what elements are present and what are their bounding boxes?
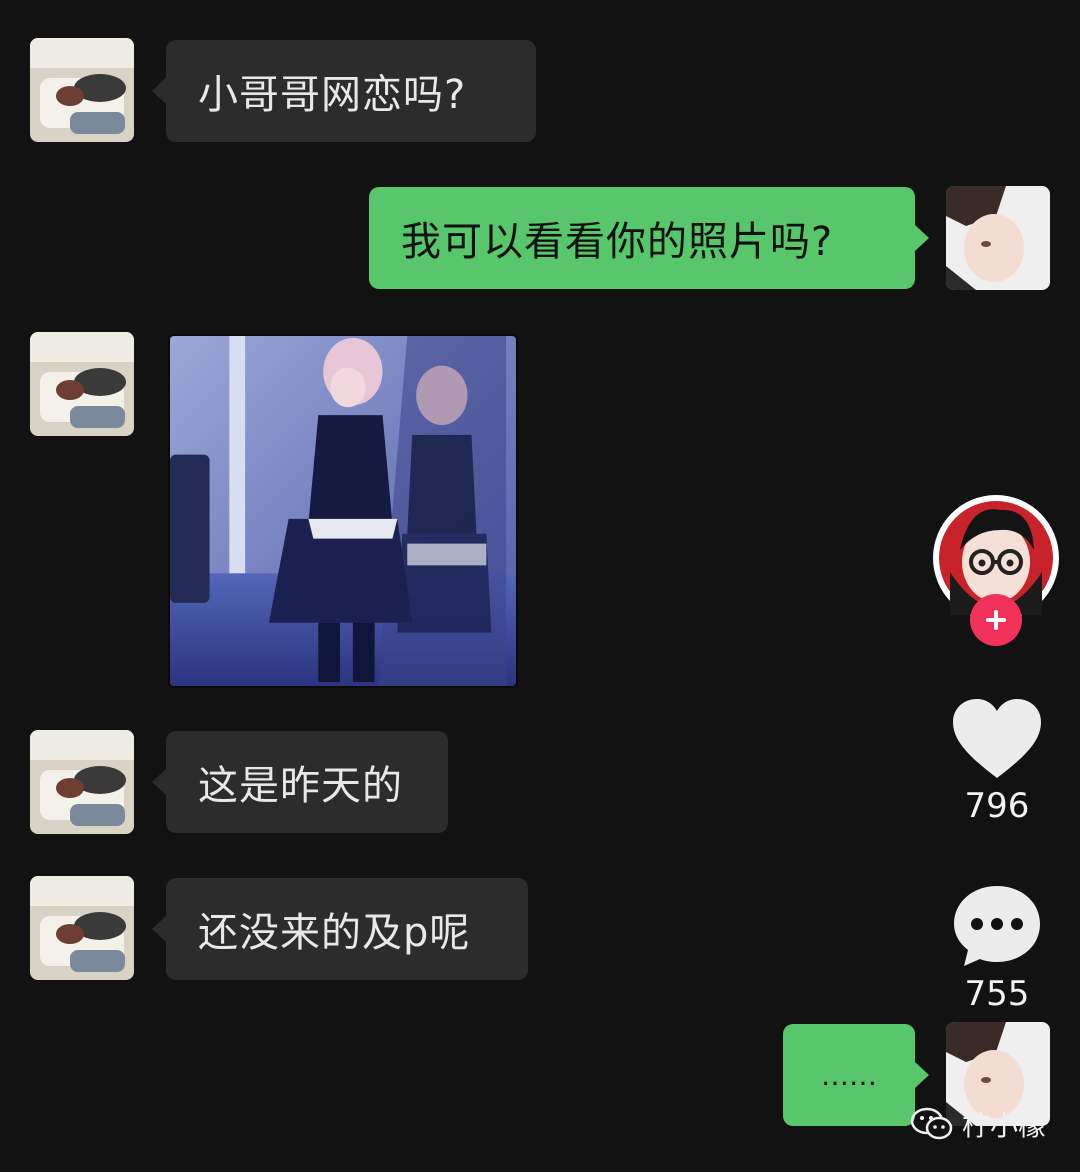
contact-avatar[interactable] (30, 38, 134, 142)
message-photo[interactable] (168, 334, 518, 688)
watermark-text: 柠小檬 (961, 1109, 1046, 1142)
follow-button[interactable] (970, 594, 1022, 646)
comment-button[interactable]: 755 (948, 884, 1046, 1014)
watermark: 柠小檬 (910, 1104, 1046, 1144)
wechat-icon (910, 1107, 953, 1140)
contact-avatar[interactable] (30, 332, 134, 436)
creator-avatar-follow[interactable] (930, 492, 1062, 646)
user-avatar[interactable] (946, 186, 1050, 290)
contact-avatar[interactable] (30, 730, 134, 834)
comment-icon (954, 886, 1040, 966)
message-text: …… (821, 1058, 877, 1092)
message-bubble-incoming[interactable]: 小哥哥网恋吗? (152, 40, 536, 142)
message-text: 这是昨天的 (198, 763, 403, 809)
message-bubble-incoming[interactable]: 这是昨天的 (152, 731, 448, 833)
message-text: 还没来的及p呢 (198, 910, 471, 956)
like-count: 796 (964, 786, 1030, 826)
message-text: 我可以看看你的照片吗? (401, 219, 834, 265)
plus-icon (986, 610, 1006, 630)
like-button[interactable]: 796 (948, 698, 1046, 826)
comment-count: 755 (964, 974, 1030, 1014)
message-bubble-outgoing[interactable]: 我可以看看你的照片吗? (369, 187, 929, 289)
message-bubble-incoming[interactable]: 还没来的及p呢 (152, 878, 528, 980)
message-bubble-outgoing[interactable]: …… (783, 1024, 929, 1126)
message-text: 小哥哥网恋吗? (198, 72, 467, 118)
heart-icon (953, 699, 1041, 778)
contact-avatar[interactable] (30, 876, 134, 980)
